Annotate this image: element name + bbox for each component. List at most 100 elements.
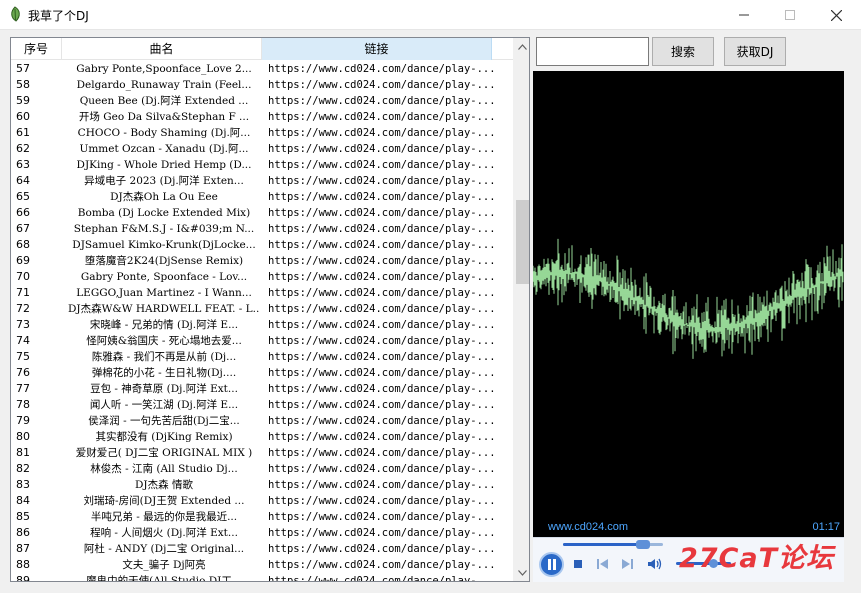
list-body: 57 Gabry Ponte,Spoonface_Love 2... https:/… xyxy=(11,61,513,581)
table-row[interactable]: 79 侯泽润 - 一句先苦后甜(Dj二宝... https://www.cd024.… xyxy=(11,413,513,429)
song-link: https://www.cd024.com/dance/play-... xyxy=(268,127,496,139)
song-link: https://www.cd024.com/dance/play-... xyxy=(268,319,496,331)
stop-icon[interactable] xyxy=(571,557,587,571)
table-row[interactable]: 77 豆包 - 神奇草原 (Dj.阿洋 Ext... https://www.cd0… xyxy=(11,381,513,397)
table-row[interactable]: 62 Ummet Ozcan - Xanadu (Dj.阿... https://w… xyxy=(11,141,513,157)
row-number: 59 xyxy=(16,94,30,107)
song-link: https://www.cd024.com/dance/play-... xyxy=(268,175,496,187)
row-number: 74 xyxy=(16,334,30,347)
table-row[interactable]: 86 程响 - 人间烟火 (Dj.阿洋 Ext... https://www.cd0… xyxy=(11,525,513,541)
song-title: 侯泽润 - 一句先苦后甜(Dj二宝... xyxy=(88,415,240,427)
song-link: https://www.cd024.com/dance/play-... xyxy=(268,543,496,555)
table-row[interactable]: 57 Gabry Ponte,Spoonface_Love 2... https:/… xyxy=(11,61,513,77)
scroll-up-button[interactable] xyxy=(514,38,529,55)
maximize-icon xyxy=(785,10,795,20)
row-number: 87 xyxy=(16,542,30,555)
song-title: 异域电子 2023 (Dj.阿洋 Exten... xyxy=(84,175,244,187)
table-row[interactable]: 74 怪阿姨&翁国庆 - 死心塌地去爱... https://www.cd024.c… xyxy=(11,333,513,349)
previous-icon[interactable] xyxy=(595,557,611,571)
song-title: DJ杰森Oh La Ou Eee xyxy=(110,191,218,203)
song-title: Delgardo_Runaway Train (Feel... xyxy=(76,79,252,91)
table-row[interactable]: 82 林俊杰 - 江南 (All Studio Dj... https://www.… xyxy=(11,461,513,477)
song-link: https://www.cd024.com/dance/play-... xyxy=(268,239,496,251)
seek-bar[interactable] xyxy=(563,540,663,549)
vertical-scrollbar[interactable] xyxy=(513,38,529,581)
song-title: CHOCO - Body Shaming (Dj.阿... xyxy=(77,127,251,139)
table-row[interactable]: 59 Queen Bee (Dj.阿洋 Extended ... https://w… xyxy=(11,93,513,109)
table-row[interactable]: 70 Gabry Ponte, Spoonface - Lov... https:/… xyxy=(11,269,513,285)
song-title: 开场 Geo Da Silva&Stephan F ... xyxy=(78,111,250,123)
table-row[interactable]: 81 爱财爱己( DJ二宝 ORIGINAL MIX ) https://www.c… xyxy=(11,445,513,461)
song-link: https://www.cd024.com/dance/play-... xyxy=(268,431,496,443)
table-row[interactable]: 80 其实都没有 (DjKing Remix) https://www.cd024.… xyxy=(11,429,513,445)
column-header-number[interactable]: 序号 xyxy=(11,38,62,60)
search-button[interactable]: 搜索 xyxy=(652,37,714,66)
get-dj-button[interactable]: 获取DJ xyxy=(724,37,786,66)
media-player[interactable]: www.cd024.com 01:17 xyxy=(533,71,844,537)
song-title: LEGGO,Juan Martinez - I Wann... xyxy=(76,287,252,299)
row-number: 72 xyxy=(16,302,30,315)
scrollbar-thumb[interactable] xyxy=(516,200,529,284)
song-link: https://www.cd024.com/dance/play-... xyxy=(268,79,496,91)
song-link: https://www.cd024.com/dance/play-... xyxy=(268,335,496,347)
row-number: 58 xyxy=(16,78,30,91)
maximize-button[interactable] xyxy=(767,0,813,30)
table-row[interactable]: 58 Delgardo_Runaway Train (Feel... https:/… xyxy=(11,77,513,93)
table-row[interactable]: 65 DJ杰森Oh La Ou Eee https://www.cd024.com/… xyxy=(11,189,513,205)
close-button[interactable] xyxy=(813,0,859,30)
table-row[interactable]: 63 DJKing - Whole Dried Hemp (D... https:/… xyxy=(11,157,513,173)
table-row[interactable]: 64 异域电子 2023 (Dj.阿洋 Exten... https://www.c… xyxy=(11,173,513,189)
search-input[interactable] xyxy=(536,37,649,66)
row-number: 80 xyxy=(16,430,30,443)
row-number: 75 xyxy=(16,350,30,363)
player-time: 01:17 xyxy=(812,521,840,533)
song-list[interactable]: 序号 曲名 链接 57 Gabry Ponte,Spoonface_Love 2.… xyxy=(10,37,530,582)
song-link: https://www.cd024.com/dance/play-... xyxy=(268,255,496,267)
table-row[interactable]: 89 魔鬼中的天使(All Studio DJ工... https://www.cd… xyxy=(11,573,513,581)
table-row[interactable]: 85 半吨兄弟 - 最远的你是我最近... https://www.cd024.co… xyxy=(11,509,513,525)
table-row[interactable]: 72 DJ杰森W&W HARDWELL FEAT. - L... https://w… xyxy=(11,301,513,317)
minimize-button[interactable] xyxy=(721,0,767,30)
row-number: 82 xyxy=(16,462,30,475)
table-row[interactable]: 66 Bomba (Dj Locke Extended Mix) https://w… xyxy=(11,205,513,221)
table-row[interactable]: 61 CHOCO - Body Shaming (Dj.阿... https://w… xyxy=(11,125,513,141)
row-number: 64 xyxy=(16,174,30,187)
volume-icon[interactable] xyxy=(647,557,663,571)
row-number: 88 xyxy=(16,558,30,571)
table-row[interactable]: 76 弹棉花的小花 - 生日礼物(Dj.... https://www.cd024.… xyxy=(11,365,513,381)
table-row[interactable]: 87 阿杜 - ANDY (Dj二宝 Original... https://www… xyxy=(11,541,513,557)
table-row[interactable]: 78 闻人听 - 一笑江湖 (Dj.阿洋 E... https://www.cd02… xyxy=(11,397,513,413)
song-link: https://www.cd024.com/dance/play-... xyxy=(268,447,496,459)
title-bar: 我草了个DJ xyxy=(0,0,861,30)
song-link: https://www.cd024.com/dance/play-... xyxy=(268,287,496,299)
table-row[interactable]: 68 DJSamuel Kimko-Krunk(DjLocke... https:/… xyxy=(11,237,513,253)
song-link: https://www.cd024.com/dance/play-... xyxy=(268,191,496,203)
song-title: 文夫_骗子 Dj阿亮 xyxy=(122,559,206,571)
table-row[interactable]: 69 堕落魔音2K24(DjSense Remix) https://www.cd0… xyxy=(11,253,513,269)
column-header-link[interactable]: 链接 xyxy=(262,38,492,60)
seek-handle[interactable] xyxy=(636,540,650,549)
column-header-title[interactable]: 曲名 xyxy=(62,38,262,60)
row-number: 85 xyxy=(16,510,30,523)
table-row[interactable]: 83 DJ杰森 情歌 https://www.cd024.com/dance/pla… xyxy=(11,477,513,493)
scroll-down-button[interactable] xyxy=(514,564,529,581)
forum-watermark: 27CaT论坛 xyxy=(679,543,835,574)
song-title: 宋晓峰 - 兄弟的情 (Dj.阿洋 E... xyxy=(89,319,239,331)
pause-button[interactable] xyxy=(539,552,564,577)
close-icon xyxy=(830,9,842,21)
song-link: https://www.cd024.com/dance/play-... xyxy=(268,111,496,123)
table-row[interactable]: 88 文夫_骗子 Dj阿亮 https://www.cd024.com/dance/… xyxy=(11,557,513,573)
table-row[interactable]: 75 陈雅森 - 我们不再是从前 (Dj... https://www.cd024.… xyxy=(11,349,513,365)
song-link: https://www.cd024.com/dance/play-... xyxy=(268,303,496,315)
table-row[interactable]: 84 刘瑞琦-房间(DJ王贺 Extended ... https://www.cd… xyxy=(11,493,513,509)
next-icon[interactable] xyxy=(619,557,635,571)
table-row[interactable]: 73 宋晓峰 - 兄弟的情 (Dj.阿洋 E... https://www.cd02… xyxy=(11,317,513,333)
song-link: https://www.cd024.com/dance/play-... xyxy=(268,463,496,475)
row-number: 86 xyxy=(16,526,30,539)
row-number: 69 xyxy=(16,254,30,267)
table-row[interactable]: 67 Stephan F&M.S.J - I&#039;m N... https:/… xyxy=(11,221,513,237)
song-link: https://www.cd024.com/dance/play-... xyxy=(268,367,496,379)
table-row[interactable]: 60 开场 Geo Da Silva&Stephan F ... https://w… xyxy=(11,109,513,125)
pause-icon xyxy=(547,559,556,570)
table-row[interactable]: 71 LEGGO,Juan Martinez - I Wann... https:/… xyxy=(11,285,513,301)
